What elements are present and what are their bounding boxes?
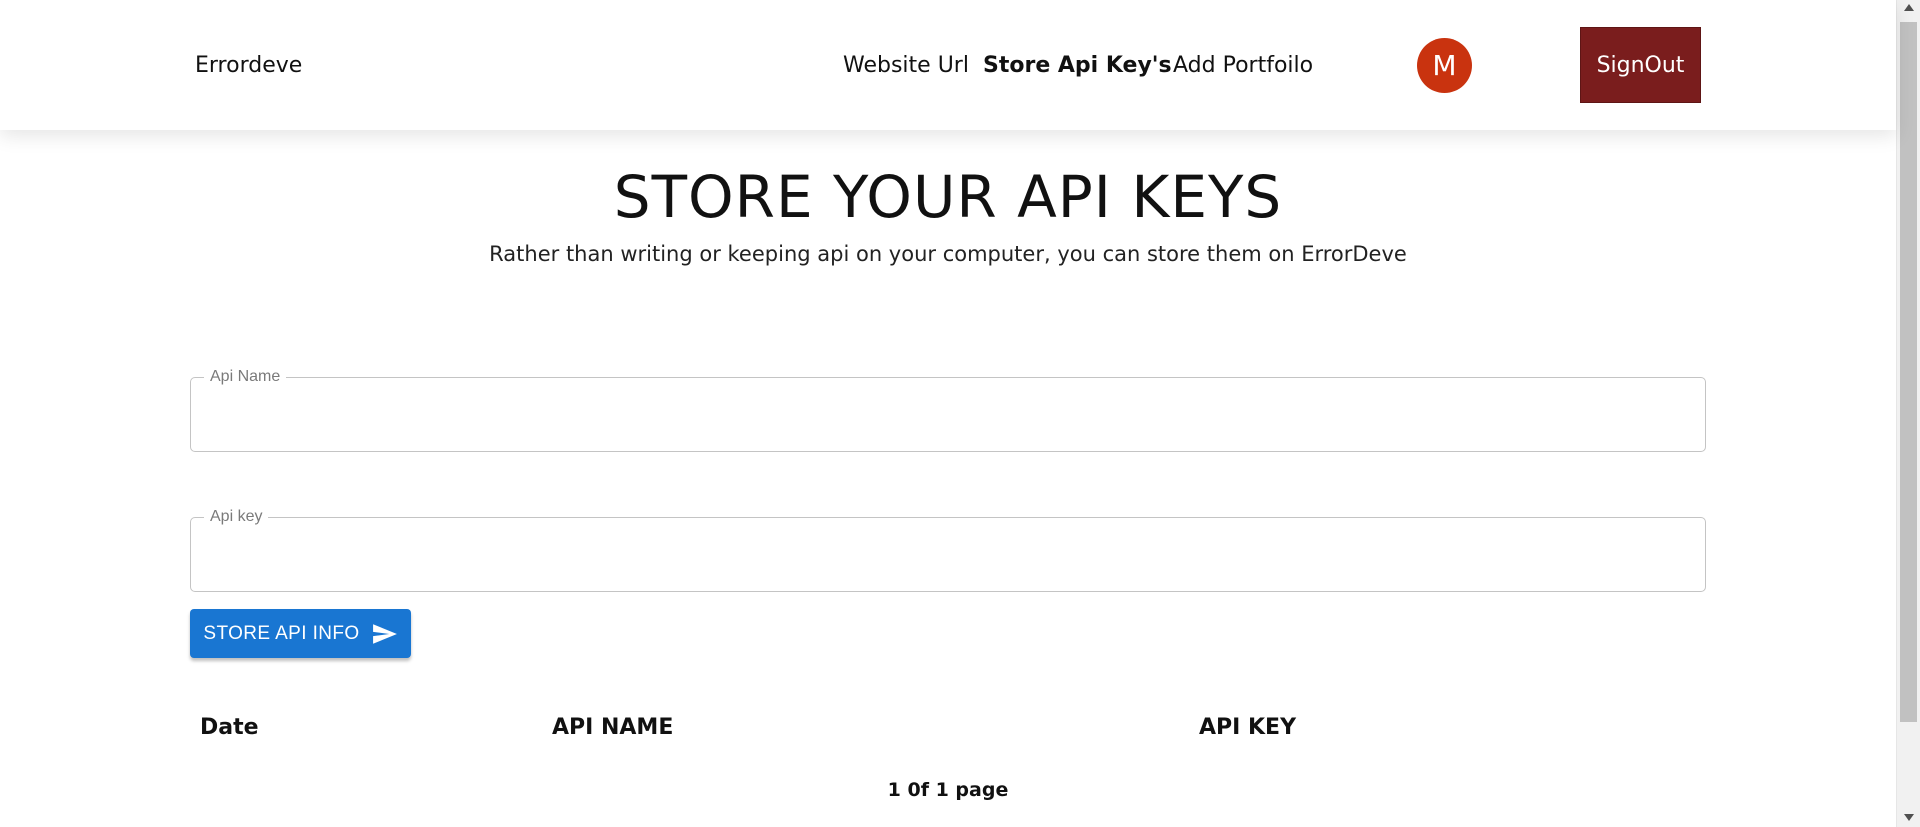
scroll-up-arrow-icon[interactable] [1904, 4, 1914, 11]
brand-logo-text[interactable]: Errordeve [195, 52, 302, 80]
api-key-label: Api key [204, 507, 269, 527]
column-header-api-key: API KEY [1199, 715, 1297, 740]
pagination-status: 1 0f 1 page [887, 779, 1009, 801]
api-name-label: Api Name [204, 367, 287, 387]
store-api-info-label: STORE API INFO [203, 622, 360, 644]
api-name-field: Api Name [190, 367, 1706, 452]
page-subtitle: Rather than writing or keeping api on yo… [489, 242, 1407, 266]
send-icon [372, 623, 398, 645]
avatar[interactable]: M [1417, 38, 1472, 93]
api-key-field: Api key [190, 507, 1706, 592]
scrollbar-thumb[interactable] [1900, 22, 1917, 722]
top-navbar: Errordeve Website Url Store Api Key's Ad… [0, 0, 1896, 130]
scroll-down-arrow-icon[interactable] [1904, 814, 1914, 821]
signout-button[interactable]: SignOut [1580, 27, 1701, 103]
page: Errordeve Website Url Store Api Key's Ad… [0, 0, 1920, 827]
nav-website-url[interactable]: Website Url [843, 52, 969, 80]
api-key-input[interactable] [191, 518, 1705, 591]
store-api-info-button[interactable]: STORE API INFO [190, 609, 411, 658]
column-header-api-name: API NAME [552, 715, 674, 740]
nav-add-portfolio[interactable]: Add Portfoilo [1173, 52, 1313, 80]
nav-store-api-keys[interactable]: Store Api Key's [983, 52, 1172, 80]
page-title: STORE YOUR API KEYS [613, 163, 1283, 231]
column-header-date: Date [200, 715, 259, 740]
vertical-scrollbar[interactable] [1896, 0, 1920, 827]
api-name-input[interactable] [191, 378, 1705, 451]
